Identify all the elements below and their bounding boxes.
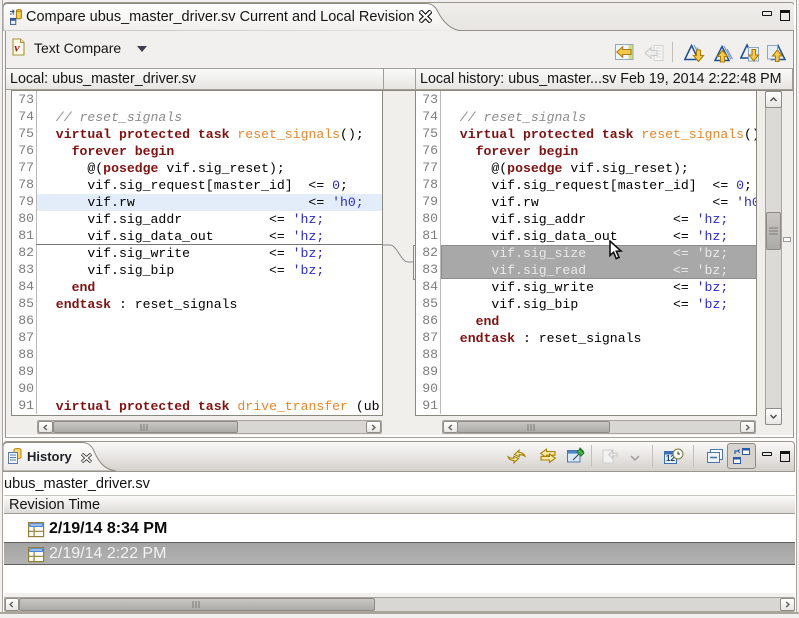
svg-text:v: v	[14, 41, 20, 55]
